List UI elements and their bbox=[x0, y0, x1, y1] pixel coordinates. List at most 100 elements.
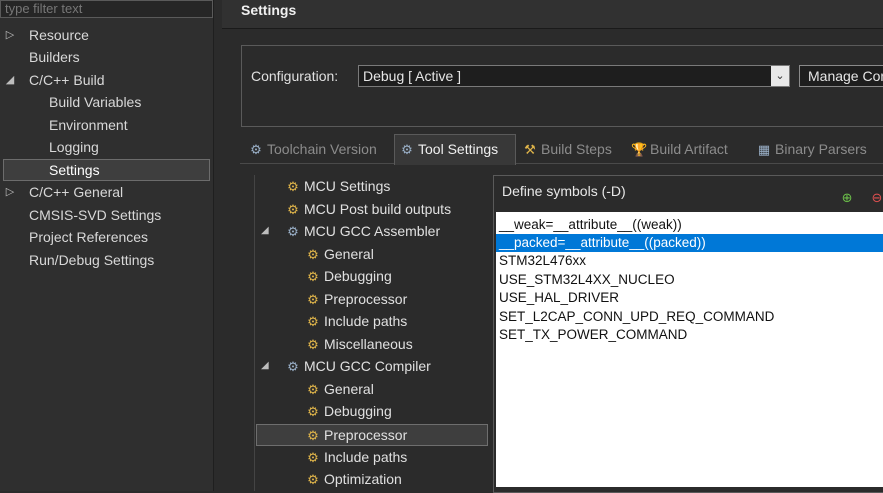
binary-icon: ▦ bbox=[757, 142, 771, 157]
list-item[interactable]: STM32L476xx bbox=[496, 252, 883, 270]
nav-item-run-debug[interactable]: Run/Debug Settings bbox=[0, 249, 210, 271]
list-item-selected[interactable]: __packed=__attribute__((packed)) bbox=[496, 234, 883, 252]
define-symbols-header: Define symbols (-D) ⊕ ⊖ bbox=[494, 176, 883, 206]
tool-item-label: General bbox=[324, 246, 374, 262]
tool-settings-tree: ⚙ MCU Settings ⚙ MCU Post build outputs ◢ … bbox=[254, 175, 489, 491]
add-symbol-icon[interactable]: ⊕ bbox=[839, 190, 855, 206]
page-title-bar: Settings bbox=[222, 0, 883, 29]
tool-item-label: MCU Settings bbox=[304, 178, 391, 194]
tool-item-asm-debugging[interactable]: ⚙ Debugging bbox=[305, 265, 392, 287]
tab-tool-settings[interactable]: ⚙ Tool Settings bbox=[394, 134, 516, 165]
nav-item-logging[interactable]: Logging bbox=[0, 136, 210, 158]
gear-icon: ⚙ bbox=[401, 142, 413, 157]
list-item[interactable]: SET_TX_POWER_COMMAND bbox=[496, 326, 883, 344]
tool-item-label: Miscellaneous bbox=[324, 336, 413, 352]
tool-item-label: Debugging bbox=[324, 403, 392, 419]
tab-label: Build Artifact bbox=[650, 141, 728, 157]
manage-configurations-button[interactable]: Manage Configurations... bbox=[799, 65, 883, 87]
nav-item-cpp-build[interactable]: ◢ C/C++ Build bbox=[0, 69, 210, 91]
nav-item-label: CMSIS-SVD Settings bbox=[29, 207, 162, 223]
settings-gear-icon: ⚙ bbox=[307, 450, 319, 465]
nav-item-label: Settings bbox=[49, 162, 100, 178]
tool-item-label: MCU Post build outputs bbox=[304, 201, 452, 217]
tool-item-label: MCU GCC Compiler bbox=[304, 358, 431, 374]
nav-item-builders[interactable]: Builders bbox=[0, 46, 210, 68]
list-item[interactable]: USE_STM32L4XX_NUCLEO bbox=[496, 271, 883, 289]
hammer-icon: ⚒ bbox=[524, 142, 536, 157]
tab-binary-parsers[interactable]: ▦ Binary Parsers bbox=[756, 136, 867, 162]
tool-item-asm-general[interactable]: ⚙ General bbox=[305, 243, 374, 265]
nav-item-label: Project References bbox=[29, 229, 149, 245]
settings-gear-icon: ⚙ bbox=[307, 428, 319, 443]
tab-build-steps[interactable]: ⚒ Build Steps bbox=[522, 136, 612, 162]
tool-item-label: Include paths bbox=[324, 313, 408, 329]
filter-input[interactable]: type filter text bbox=[0, 0, 213, 18]
tab-label: Binary Parsers bbox=[775, 141, 867, 157]
gear-icon: ⚙ bbox=[287, 224, 299, 239]
tool-item-cc-debugging[interactable]: ⚙ Debugging bbox=[305, 400, 392, 422]
settings-gear-icon: ⚙ bbox=[287, 179, 299, 194]
tool-item-label: Preprocessor bbox=[324, 291, 408, 307]
nav-item-label: Builders bbox=[29, 49, 80, 65]
collapse-arrow-icon[interactable]: ◢ bbox=[261, 355, 271, 377]
configuration-dropdown[interactable]: Debug [ Active ] ⌄ bbox=[358, 65, 790, 87]
define-symbols-title: Define symbols (-D) bbox=[502, 183, 626, 199]
nav-item-cpp-general[interactable]: ▷ C/C++ General bbox=[0, 181, 210, 203]
collapse-arrow-icon[interactable]: ◢ bbox=[261, 220, 271, 242]
tool-item-asm-include-paths[interactable]: ⚙ Include paths bbox=[305, 310, 407, 332]
tab-toolchain-version[interactable]: ⚙ Toolchain Version bbox=[248, 136, 377, 162]
settings-gear-icon: ⚙ bbox=[287, 202, 299, 217]
delete-symbol-icon[interactable]: ⊖ bbox=[869, 190, 883, 206]
nav-item-cmsis-svd[interactable]: CMSIS-SVD Settings bbox=[0, 204, 210, 226]
tool-item-mcu-post-build[interactable]: ⚙ MCU Post build outputs bbox=[285, 198, 451, 220]
settings-tabbar: ⚙ Toolchain Version ⚙ Tool Settings ⚒ Build… bbox=[240, 134, 883, 165]
tool-item-label: General bbox=[324, 381, 374, 397]
list-item[interactable]: USE_HAL_DRIVER bbox=[496, 289, 883, 307]
tool-item-asm-miscellaneous[interactable]: ⚙ Miscellaneous bbox=[305, 333, 413, 355]
tab-build-artifact[interactable]: 🏆 Build Artifact bbox=[631, 136, 728, 162]
settings-gear-icon: ⚙ bbox=[307, 247, 319, 262]
tab-label: Toolchain Version bbox=[267, 141, 377, 157]
nav-item-resource[interactable]: ▷ Resource bbox=[0, 24, 210, 46]
settings-gear-icon: ⚙ bbox=[307, 337, 319, 352]
expand-arrow-icon[interactable]: ▷ bbox=[4, 24, 16, 46]
tool-item-cc-optimization[interactable]: ⚙ Optimization bbox=[305, 468, 402, 490]
tool-item-cc-general[interactable]: ⚙ General bbox=[305, 378, 374, 400]
nav-item-label: Environment bbox=[49, 117, 128, 133]
configuration-label: Configuration: bbox=[251, 68, 339, 84]
tool-item-label: Preprocessor bbox=[324, 427, 408, 443]
define-symbols-list[interactable]: __weak=__attribute__((weak)) __packed=__… bbox=[496, 212, 883, 487]
tab-label: Tool Settings bbox=[418, 141, 499, 157]
nav-item-label: Resource bbox=[29, 27, 89, 43]
gear-icon: ⚙ bbox=[250, 142, 262, 157]
tool-item-label: Optimization bbox=[324, 471, 402, 487]
list-item[interactable]: SET_L2CAP_CONN_UPD_REQ_COMMAND bbox=[496, 308, 883, 326]
nav-item-build-variables[interactable]: Build Variables bbox=[0, 91, 210, 113]
trophy-icon: 🏆 bbox=[631, 142, 648, 157]
tool-item-cc-include-paths[interactable]: ⚙ Include paths bbox=[305, 446, 407, 468]
properties-nav-pane: type filter text ▷ Resource Builders ◢ C… bbox=[0, 0, 214, 491]
nav-item-project-references[interactable]: Project References bbox=[0, 226, 210, 248]
tool-item-label: Include paths bbox=[324, 449, 408, 465]
nav-item-environment[interactable]: Environment bbox=[0, 114, 210, 136]
nav-item-label: Build Variables bbox=[49, 94, 142, 110]
collapse-arrow-icon[interactable]: ◢ bbox=[4, 69, 16, 91]
nav-item-label: Run/Debug Settings bbox=[29, 252, 155, 268]
nav-item-settings[interactable]: Settings bbox=[3, 159, 210, 181]
tool-item-label: MCU GCC Assembler bbox=[304, 223, 441, 239]
configuration-value: Debug [ Active ] bbox=[363, 68, 462, 84]
settings-gear-icon: ⚙ bbox=[307, 292, 319, 307]
configuration-group: Configuration: Debug [ Active ] ⌄ Manage… bbox=[241, 45, 883, 127]
tool-item-asm-preprocessor[interactable]: ⚙ Preprocessor bbox=[305, 288, 407, 310]
tool-item-cc-preprocessor[interactable]: ⚙ Preprocessor bbox=[256, 424, 488, 446]
list-item[interactable]: __weak=__attribute__((weak)) bbox=[496, 216, 883, 234]
define-symbols-panel: Define symbols (-D) ⊕ ⊖ __weak=__attribu… bbox=[493, 175, 883, 493]
expand-arrow-icon[interactable]: ▷ bbox=[4, 181, 16, 203]
nav-item-label: C/C++ Build bbox=[29, 72, 105, 88]
settings-gear-icon: ⚙ bbox=[307, 382, 319, 397]
tool-item-mcu-settings[interactable]: ⚙ MCU Settings bbox=[285, 175, 390, 197]
settings-page: Settings Configuration: Debug [ Active ]… bbox=[222, 0, 883, 493]
tool-item-label: Debugging bbox=[324, 268, 392, 284]
chevron-down-icon[interactable]: ⌄ bbox=[771, 66, 789, 86]
nav-item-label: Logging bbox=[49, 139, 99, 155]
